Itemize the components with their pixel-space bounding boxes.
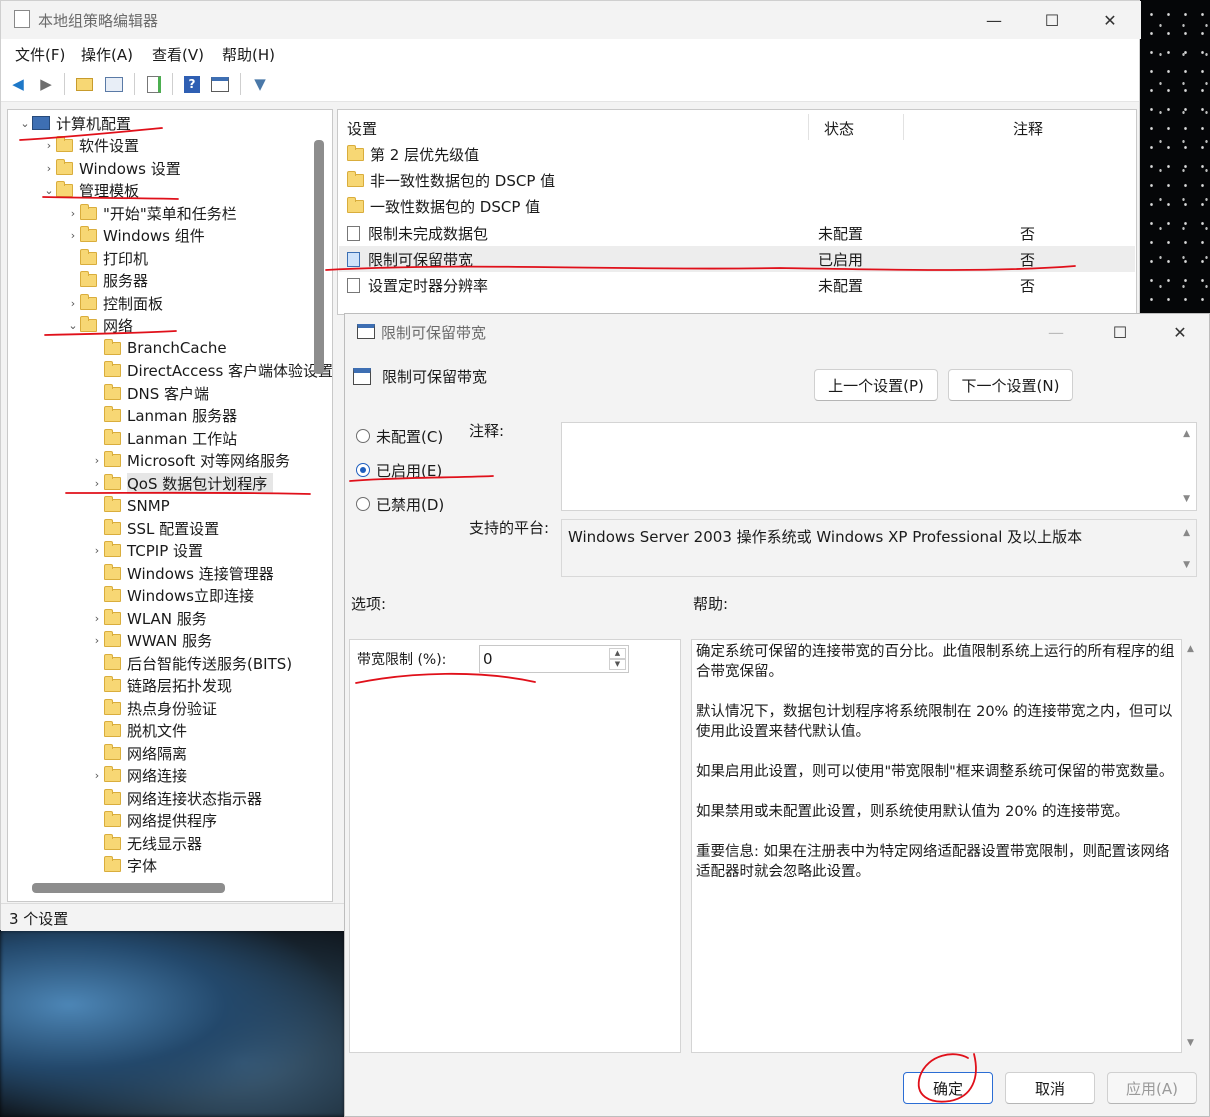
annotation-underline (349, 475, 494, 482)
annotation-underline (44, 330, 177, 336)
annotation-underline (19, 127, 163, 141)
annotation-underline (42, 196, 179, 200)
annotation-underline (325, 265, 1076, 271)
annotation-overlay (19, 127, 1076, 1103)
annotation-circle (917, 1053, 977, 1103)
annotation-underline (355, 672, 536, 684)
annotation-underline (65, 491, 311, 495)
